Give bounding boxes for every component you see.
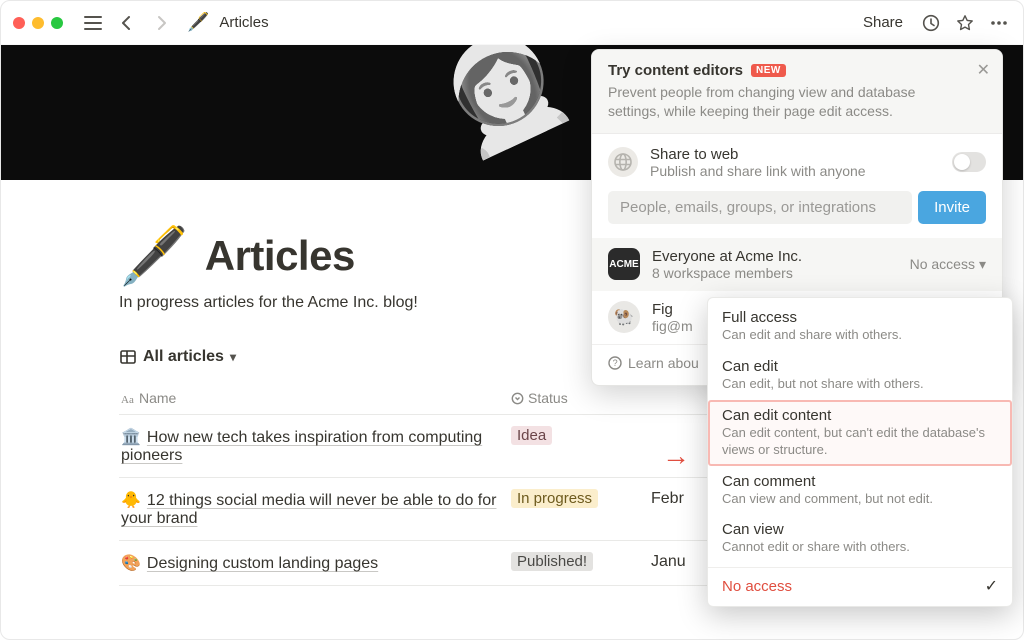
permission-option[interactable]: Full accessCan edit and share with other… [708,302,1012,351]
chevron-down-icon: ▾ [979,256,986,273]
permission-option[interactable]: Can editCan edit, but not share with oth… [708,351,1012,400]
share-web-title: Share to web [650,146,940,163]
avatar: 🐏 [608,301,640,333]
share-to-web-row: Share to web Publish and share link with… [592,134,1002,191]
breadcrumb-icon: 🖋️ [187,12,209,33]
close-window[interactable] [13,17,25,29]
invite-input[interactable] [608,191,912,224]
row-icon: 🐥 [121,490,141,510]
option-title: Can comment [722,473,998,490]
check-icon: ✓ [985,576,998,596]
column-header-name[interactable]: AaName [119,382,509,415]
status-tag[interactable]: Published! [511,552,593,571]
view-label: All articles [143,348,224,366]
close-icon[interactable]: ✕ [977,60,990,80]
permission-dropdown: → Full accessCan edit and share with oth… [707,297,1013,607]
member-sub: 8 workspace members [652,265,898,281]
option-title: Can edit content [722,407,998,424]
permission-option[interactable]: No access✓ [708,567,1012,602]
table-row[interactable]: 🎨 Designing custom landing pages Publishe… [119,541,781,586]
row-title[interactable]: 12 things social media will never be abl… [121,492,496,527]
status-tag[interactable]: Idea [511,426,552,445]
table-row[interactable]: 🐥12 things social media will never be ab… [119,478,781,541]
page-title[interactable]: Articles [205,232,355,280]
permission-option[interactable]: Can edit contentCan edit content, but ca… [708,400,1012,466]
fullscreen-window[interactable] [51,17,63,29]
more-icon[interactable] [987,11,1011,35]
option-sub: Can edit and share with others. [722,327,998,344]
share-button[interactable]: Share [857,12,909,33]
sidebar-toggle-icon[interactable] [81,11,105,35]
share-member-row: ACME Everyone at Acme Inc. 8 workspace m… [592,238,1002,291]
favorite-icon[interactable] [953,11,977,35]
page-icon[interactable]: 🖋️ [119,228,189,284]
minimize-window[interactable] [32,17,44,29]
option-title: Can view [722,521,998,538]
banner-description: Prevent people from changing view and da… [608,83,986,121]
permission-option[interactable]: Can viewCannot edit or share with others… [708,514,1012,563]
select-property-icon [511,392,524,405]
invite-row: Invite [592,191,1002,238]
option-sub: Can view and comment, but not edit. [722,491,998,508]
topbar: 🖋️ Articles Share [1,1,1023,45]
text-property-icon: Aa [121,393,135,405]
content-editors-banner: Try content editors NEW Prevent people f… [592,50,1002,134]
new-badge: NEW [751,64,786,77]
globe-icon [608,147,638,177]
row-icon: 🎨 [121,553,141,573]
row-title[interactable]: How new tech takes inspiration from comp… [121,429,482,464]
nav-forward-icon [149,11,173,35]
table-view-icon [119,348,137,366]
option-sub: Cannot edit or share with others. [722,539,998,556]
permission-option[interactable]: Can commentCan view and comment, but not… [708,466,1012,515]
option-sub: Can edit, but not share with others. [722,376,998,393]
avatar: ACME [608,248,640,280]
cover-image: 👩‍🚀 [422,45,584,171]
nav-back-icon[interactable] [115,11,139,35]
chevron-down-icon: ▾ [230,350,236,364]
option-title: Can edit [722,358,998,375]
share-web-toggle[interactable] [952,152,986,172]
member-name: Everyone at Acme Inc. [652,248,898,265]
status-tag[interactable]: In progress [511,489,598,508]
window-traffic-lights [13,17,63,29]
row-title[interactable]: Designing custom landing pages [147,555,378,572]
option-sub: Can edit content, but can't edit the dat… [722,425,998,459]
svg-text:Aa: Aa [121,394,134,405]
share-web-sub: Publish and share link with anyone [650,163,940,179]
svg-text:?: ? [613,358,618,368]
breadcrumb-title[interactable]: Articles [219,14,268,31]
member-permission-select[interactable]: No access▾ [910,256,986,273]
callout-arrow-icon: → [662,440,690,472]
column-header-status[interactable]: Status [509,382,649,415]
help-icon: ? [608,356,622,370]
banner-title: Try content editors [608,62,743,79]
invite-button[interactable]: Invite [918,191,986,224]
updates-icon[interactable] [919,11,943,35]
option-title: No access [722,578,998,595]
option-title: Full access [722,309,998,326]
articles-table: AaName Status 🏛️How new tech takes inspi… [119,382,781,586]
row-icon: 🏛️ [121,427,141,447]
